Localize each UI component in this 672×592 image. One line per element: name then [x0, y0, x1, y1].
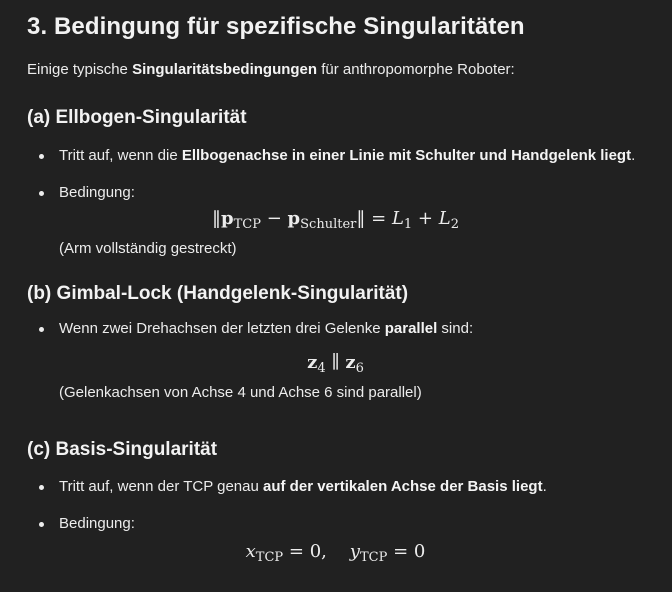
list-item: Tritt auf, wenn die Ellbogenachse in ein… [27, 145, 644, 167]
section-b-heading: (b) Gimbal-Lock (Handgelenk-Singularität… [27, 283, 409, 304]
bullet-text-end: . [631, 147, 636, 164]
formula-subscript: TCP [255, 550, 284, 565]
formula-subscript: 6 [355, 361, 364, 376]
section-c-list: Tritt auf, wenn der TCP genau auf der ve… [27, 476, 644, 535]
bullet-text: Tritt auf, wenn die [59, 147, 182, 164]
bullet-bold: auf der vertikalen Achse der Basis liegt [263, 478, 543, 495]
formula-symbol: x [245, 541, 256, 562]
section-a-heading: (a) Ellbogen-Singularität [27, 107, 247, 128]
formula-symbol: L [391, 208, 404, 229]
section-b-list: Wenn zwei Drehachsen der letzten drei Ge… [27, 318, 644, 340]
list-item: Bedingung: [27, 182, 644, 204]
formula-symbol: z [307, 352, 318, 373]
formula-operator: = [371, 208, 387, 229]
formula-symbol: L [438, 208, 451, 229]
bullet-bold: Ellbogenachse in einer Linie mit Schulte… [181, 147, 632, 164]
bullet-text: Bedingung: [59, 184, 135, 201]
formula-base: xTCP = 0, yTCP = 0 [27, 539, 644, 571]
formula-operator: = [288, 541, 304, 562]
formula-subscript: TCP [233, 217, 261, 232]
bullet-text: Bedingung: [59, 515, 135, 532]
intro-paragraph: Einige typische Singularitätsbedingungen… [27, 59, 644, 81]
formula-operator: + [417, 208, 433, 229]
formula-subscript: Schulter [300, 217, 357, 232]
bullet-text-end: . [542, 478, 547, 495]
formula-symbol: p [287, 208, 301, 229]
formula-operator: ∥ [331, 352, 340, 373]
formula-elbow: ‖pTCP − pSchulter‖ = L1 + L2 [212, 208, 459, 232]
formula-value: 0 [413, 541, 426, 562]
formula-symbol: y [349, 541, 360, 562]
formula-symbol: p [221, 208, 234, 229]
section-b-note: (Gelenkachsen von Achse 4 und Achse 6 si… [59, 384, 422, 401]
formula-operator: − [266, 208, 282, 229]
formula-symbol: z [345, 352, 356, 373]
intro-text-end: für anthropomorphe Roboter: [317, 61, 515, 78]
bullet-text: Wenn zwei Drehachsen der letzten drei Ge… [59, 320, 385, 337]
list-item: Bedingung: [27, 513, 644, 535]
formula-gimbal: z4 ∥ z6 [27, 350, 644, 382]
page-title: 3. Bedingung für spezifische Singularitä… [27, 13, 525, 40]
section-a-note: (Arm vollständig gestreckt) [59, 240, 237, 257]
formula-operator: = [393, 541, 409, 562]
intro-text: Einige typische [27, 61, 133, 78]
bullet-text-end: sind: [437, 320, 474, 337]
document: 3. Bedingung für spezifische Singularitä… [0, 0, 672, 571]
list-item: Wenn zwei Drehachsen der letzten drei Ge… [27, 318, 644, 340]
intro-bold: Singularitätsbedingungen [132, 61, 318, 78]
bullet-bold: parallel [384, 320, 438, 337]
list-item: Tritt auf, wenn der TCP genau auf der ve… [27, 476, 644, 498]
bullet-text: Tritt auf, wenn der TCP genau [59, 478, 264, 495]
formula-subscript: 2 [450, 217, 459, 232]
formula-value: 0 [309, 541, 322, 562]
formula-separator: , [321, 541, 327, 562]
section-a-list: Tritt auf, wenn die Ellbogenachse in ein… [27, 145, 644, 204]
formula-subscript: 1 [403, 217, 413, 232]
section-c-heading: (c) Basis-Singularität [27, 439, 218, 460]
formula-subscript: 4 [317, 361, 326, 376]
formula-subscript: TCP [359, 550, 388, 565]
